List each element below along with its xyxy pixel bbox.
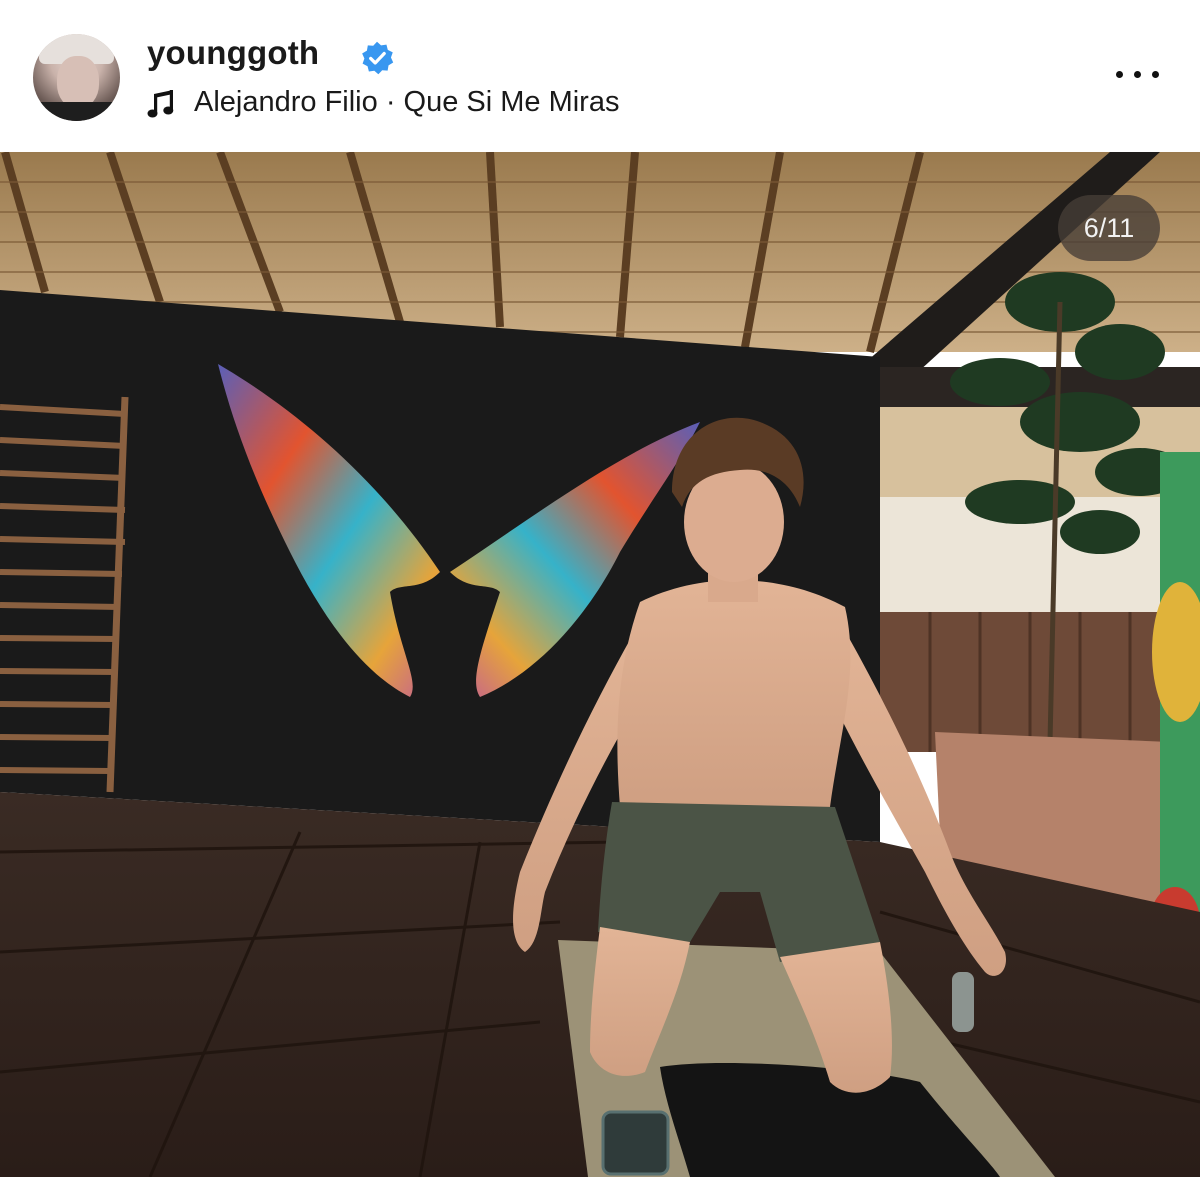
user-avatar[interactable] bbox=[33, 34, 120, 121]
post-photo[interactable] bbox=[0, 152, 1200, 1177]
verified-badge-icon bbox=[362, 41, 394, 75]
audio-track-link[interactable]: Alejandro Filio · Que Si Me Miras bbox=[194, 86, 619, 119]
carousel-counter: 6/11 bbox=[1058, 195, 1160, 261]
username-link[interactable]: younggoth bbox=[147, 34, 319, 72]
music-note-icon bbox=[147, 90, 174, 118]
more-options-icon[interactable] bbox=[1114, 64, 1162, 84]
post-header: younggoth Alejandro Filio · Que Si Me Mi… bbox=[0, 0, 1200, 152]
